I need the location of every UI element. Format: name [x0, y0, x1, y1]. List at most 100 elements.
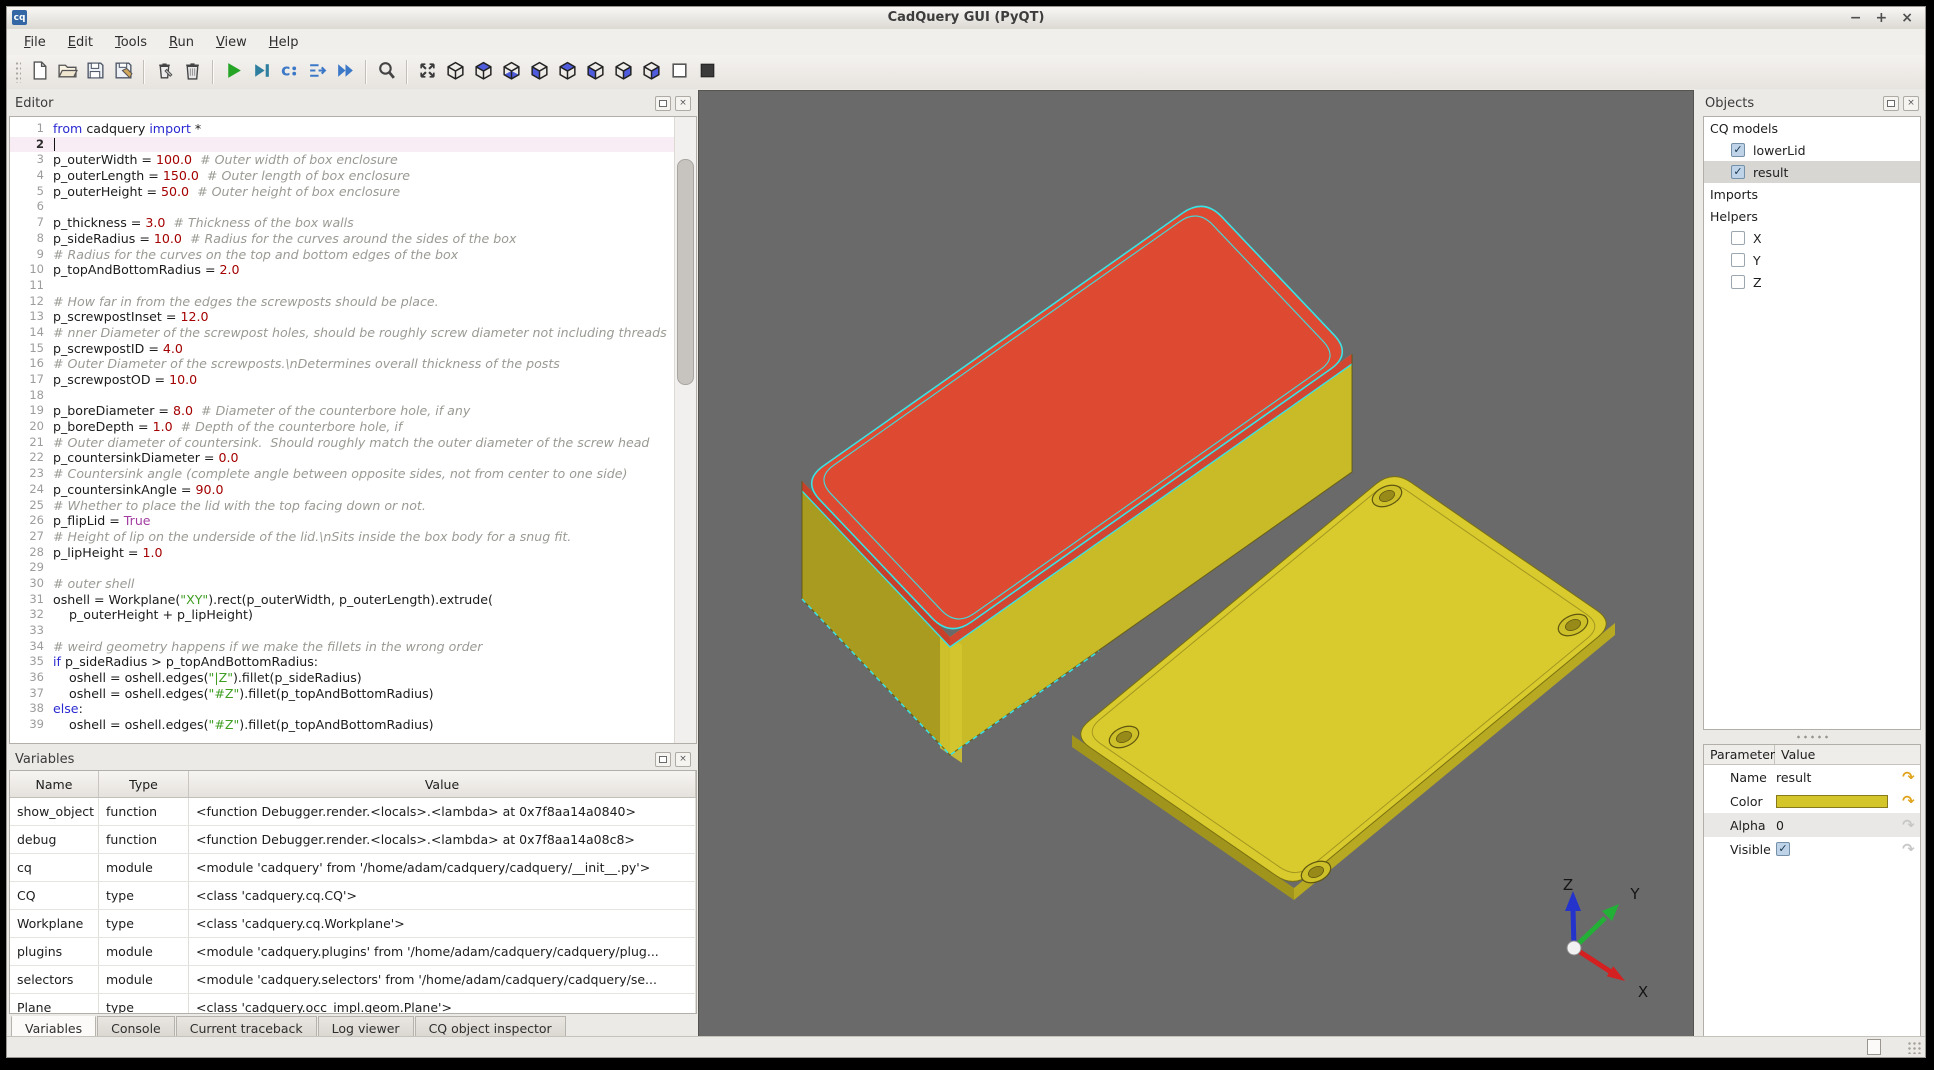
code-line[interactable]: 34# weird geometry happens if we make th… — [10, 639, 674, 655]
editor-close-icon[interactable]: × — [675, 96, 691, 111]
run-button[interactable] — [220, 59, 246, 85]
minimize-button[interactable]: − — [1850, 9, 1862, 27]
code-line[interactable]: 6 — [10, 199, 674, 215]
zoom-fit-button[interactable] — [373, 59, 399, 85]
code-line[interactable]: 30# outer shell — [10, 576, 674, 592]
menu-run[interactable]: Run — [158, 33, 205, 52]
code-editor[interactable]: 1from cadquery import *23p_outerWidth = … — [9, 116, 697, 744]
table-row[interactable]: Planetype<class 'cadquery.occ_impl.geom.… — [10, 994, 696, 1014]
debug-step-button[interactable] — [248, 59, 274, 85]
code-line[interactable]: 28p_lipHeight = 1.0 — [10, 545, 674, 561]
trash-button[interactable] — [179, 59, 205, 85]
cube-top-button[interactable] — [470, 59, 496, 85]
code-line[interactable]: 25# Whether to place the lid with the to… — [10, 498, 674, 514]
step-over-button[interactable] — [304, 59, 330, 85]
code-line[interactable]: 5p_outerHeight = 50.0 # Outer height of … — [10, 184, 674, 200]
object-result[interactable]: ✓result — [1704, 161, 1920, 183]
cube-iso-button[interactable] — [442, 59, 468, 85]
menu-help[interactable]: Help — [258, 33, 310, 52]
cube-front-button[interactable] — [526, 59, 552, 85]
code-line[interactable]: 38else: — [10, 701, 674, 717]
3d-viewport[interactable]: ZYX — [698, 90, 1694, 1041]
objects-close-icon[interactable]: × — [1903, 96, 1919, 111]
code-line[interactable]: 22p_countersinkDiameter = 0.0 — [10, 450, 674, 466]
code-line[interactable]: 3p_outerWidth = 100.0 # Outer width of b… — [10, 152, 674, 168]
parameter-value[interactable]: ✓ — [1768, 842, 1790, 856]
sidebar-splitter[interactable] — [1699, 731, 1925, 743]
step-into-button[interactable]: c — [276, 59, 302, 85]
code-line[interactable]: 31oshell = Workplane("XY").rect(p_outerW… — [10, 592, 674, 608]
maximize-button[interactable]: + — [1876, 9, 1888, 27]
open-folder-button[interactable] — [54, 59, 80, 85]
checkbox-y[interactable] — [1731, 253, 1745, 267]
checkbox-lowerlid[interactable]: ✓ — [1731, 143, 1745, 157]
tree-group-imports[interactable]: Imports — [1704, 183, 1920, 205]
tree-group-helpers[interactable]: Helpers — [1704, 205, 1920, 227]
code-line[interactable]: 8p_sideRadius = 10.0 # Radius for the cu… — [10, 231, 674, 247]
color-swatch[interactable] — [1776, 795, 1888, 808]
code-line[interactable]: 11 — [10, 278, 674, 294]
code-line[interactable]: 29 — [10, 560, 674, 576]
menu-edit[interactable]: Edit — [57, 33, 104, 52]
code-line[interactable]: 39 oshell = oshell.edges("#Z").fillet(p_… — [10, 717, 674, 733]
parameter-value[interactable]: 0 — [1768, 818, 1784, 833]
code-line[interactable]: 33 — [10, 623, 674, 639]
code-line[interactable]: 18 — [10, 388, 674, 404]
code-line[interactable]: 24p_countersinkAngle = 90.0 — [10, 482, 674, 498]
menu-tools[interactable]: Tools — [104, 33, 158, 52]
save-as-button[interactable] — [110, 59, 136, 85]
code-line[interactable]: 14# nner Diameter of the screwpost holes… — [10, 325, 674, 341]
new-file-button[interactable] — [26, 59, 52, 85]
code-line[interactable]: 23# Countersink angle (complete angle be… — [10, 466, 674, 482]
code-line[interactable]: 36 oshell = oshell.edges("|Z").fillet(p_… — [10, 670, 674, 686]
code-line[interactable]: 27# Height of lip on the underside of th… — [10, 529, 674, 545]
code-line[interactable]: 17p_screwpostOD = 10.0 — [10, 372, 674, 388]
code-line[interactable]: 9# Radius for the curves on the top and … — [10, 247, 674, 263]
code-line[interactable]: 35if p_sideRadius > p_topAndBottomRadius… — [10, 654, 674, 670]
tree-group-cq-models[interactable]: CQ models — [1704, 117, 1920, 139]
table-row[interactable]: selectorsmodule<module 'cadquery.selecto… — [10, 966, 696, 994]
menu-file[interactable]: File — [13, 33, 57, 52]
checkbox-result[interactable]: ✓ — [1731, 165, 1745, 179]
save-button[interactable] — [82, 59, 108, 85]
undo-icon[interactable]: ↶ — [1902, 792, 1915, 810]
editor-scrollbar[interactable] — [674, 117, 696, 743]
variables-float-icon[interactable] — [655, 752, 671, 767]
code-line[interactable]: 13p_screwpostInset = 12.0 — [10, 309, 674, 325]
undo-icon[interactable]: ↶ — [1902, 768, 1915, 786]
continue-button[interactable] — [332, 59, 358, 85]
view-wireframe-button[interactable] — [666, 59, 692, 85]
object-z[interactable]: Z — [1704, 271, 1920, 293]
code-line[interactable]: 32 p_outerHeight + p_lipHeight) — [10, 607, 674, 623]
code-line[interactable]: 2 — [10, 137, 674, 153]
object-lowerlid[interactable]: ✓lowerLid — [1704, 139, 1920, 161]
menu-view[interactable]: View — [205, 33, 258, 52]
table-row[interactable]: cqmodule<module 'cadquery' from '/home/a… — [10, 854, 696, 882]
code-line[interactable]: 16# Outer Diameter of the screwposts.\nD… — [10, 356, 674, 372]
code-line[interactable]: 19p_boreDiameter = 8.0 # Diameter of the… — [10, 403, 674, 419]
code-line[interactable]: 15p_screwpostID = 4.0 — [10, 341, 674, 357]
code-line[interactable]: 20p_boreDepth = 1.0 # Depth of the count… — [10, 419, 674, 435]
cube-back-button[interactable] — [554, 59, 580, 85]
code-line[interactable]: 37 oshell = oshell.edges("#Z").fillet(p_… — [10, 686, 674, 702]
cube-iso2-button[interactable] — [638, 59, 664, 85]
table-row[interactable]: Workplanetype<class 'cadquery.cq.Workpla… — [10, 910, 696, 938]
code-line[interactable]: 12# How far in from the edges the screwp… — [10, 294, 674, 310]
code-line[interactable]: 7p_thickness = 3.0 # Thickness of the bo… — [10, 215, 674, 231]
object-x[interactable]: X — [1704, 227, 1920, 249]
view-shaded-button[interactable] — [694, 59, 720, 85]
objects-float-icon[interactable] — [1883, 96, 1899, 111]
cube-right-button[interactable] — [610, 59, 636, 85]
code-line[interactable]: 10p_topAndBottomRadius = 2.0 — [10, 262, 674, 278]
visible-checkbox[interactable]: ✓ — [1776, 842, 1790, 856]
toolbar-drag-handle[interactable] — [15, 61, 21, 83]
variables-close-icon[interactable]: × — [675, 752, 691, 767]
checkbox-z[interactable] — [1731, 275, 1745, 289]
code-line[interactable]: 26p_flipLid = True — [10, 513, 674, 529]
object-y[interactable]: Y — [1704, 249, 1920, 271]
editor-float-icon[interactable] — [655, 96, 671, 111]
code-line[interactable]: 4p_outerLength = 150.0 # Outer length of… — [10, 168, 674, 184]
table-row[interactable]: CQtype<class 'cadquery.cq.CQ'> — [10, 882, 696, 910]
code-line[interactable]: 1from cadquery import * — [10, 121, 674, 137]
table-row[interactable]: show_objectfunction<function Debugger.re… — [10, 798, 696, 826]
